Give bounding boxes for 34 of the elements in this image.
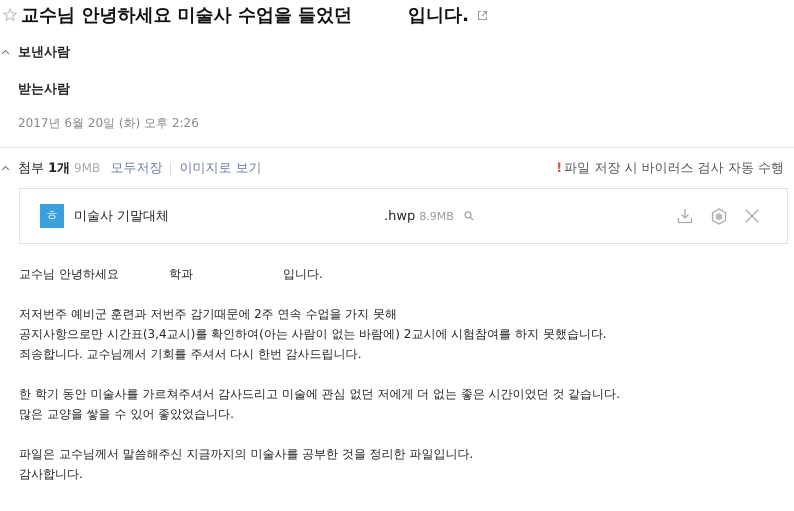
chevron-icon[interactable] — [1, 165, 10, 171]
file-size: 8.9MB — [419, 210, 454, 222]
body-text: 교수님 안녕하세요 — [19, 266, 119, 283]
attachment-label: 첨부 — [18, 160, 44, 177]
body-text: 입니다. — [282, 266, 323, 283]
body-text: 많은 교양을 쌓을 수 있어 좋았었습니다. — [19, 406, 234, 423]
view-as-image-link[interactable]: 이미지로 보기 — [179, 159, 262, 177]
body-text: 학과 — [168, 266, 193, 283]
attachment-count: 1개 — [48, 160, 70, 177]
body-text: 죄송합니다. 교수님께서 기회를 주셔서 다시 한번 감사드립니다. — [19, 346, 362, 363]
warning-mark: ! — [556, 160, 562, 176]
attachment-size: 9MB — [74, 161, 100, 175]
hexagon-icon[interactable] — [711, 208, 727, 224]
star-icon[interactable] — [3, 8, 17, 22]
body-text: 파일은 교수님께서 말씀해주신 지금까지의 미술사를 공부한 것을 정리한 파일입니다. — [19, 446, 474, 463]
file-type-icon: ㅎ — [40, 204, 64, 228]
body-text: 저저번주 예비군 훈련과 저번주 감기때문에 2주 연속 수업을 가지 못해 — [19, 306, 397, 323]
recipient-label: 받는사람 — [18, 81, 70, 98]
file-name[interactable]: 미술사 기말대체 — [74, 207, 374, 225]
save-all-link[interactable]: 모두저장 — [110, 159, 162, 177]
subject-text: 입니다. — [408, 4, 469, 27]
subject-text: 교수님 안녕하세요 미술사 수업을 들었던 — [21, 4, 352, 27]
search-icon[interactable] — [464, 211, 474, 221]
popout-icon[interactable] — [476, 10, 488, 20]
date-text: 2017년 6월 20일 (화) 오후 2:26 — [18, 114, 199, 132]
body-text: 한 학기 동안 미술사를 가르쳐주셔서 감사드리고 미술에 관심 없던 저에게 더 없는 좋은 시간이었던 것 같습니다. — [19, 386, 620, 403]
body-text: 공지사항으로만 시간표(3,4교시)를 확인하여(아는 사람이 없는 바람에) 2교시에 시험참여를 하지 못했습니다. — [19, 326, 607, 343]
close-icon[interactable] — [745, 209, 759, 223]
download-icon[interactable] — [677, 208, 693, 224]
virus-scan-notice: 파일 저장 시 바이러스 검사 자동 수행 — [564, 160, 784, 177]
file-extension: .hwp — [384, 208, 416, 224]
sender-label: 보낸사람 — [18, 44, 70, 61]
body-text: 감사합니다. — [19, 466, 83, 483]
chevron-icon[interactable] — [1, 49, 10, 55]
